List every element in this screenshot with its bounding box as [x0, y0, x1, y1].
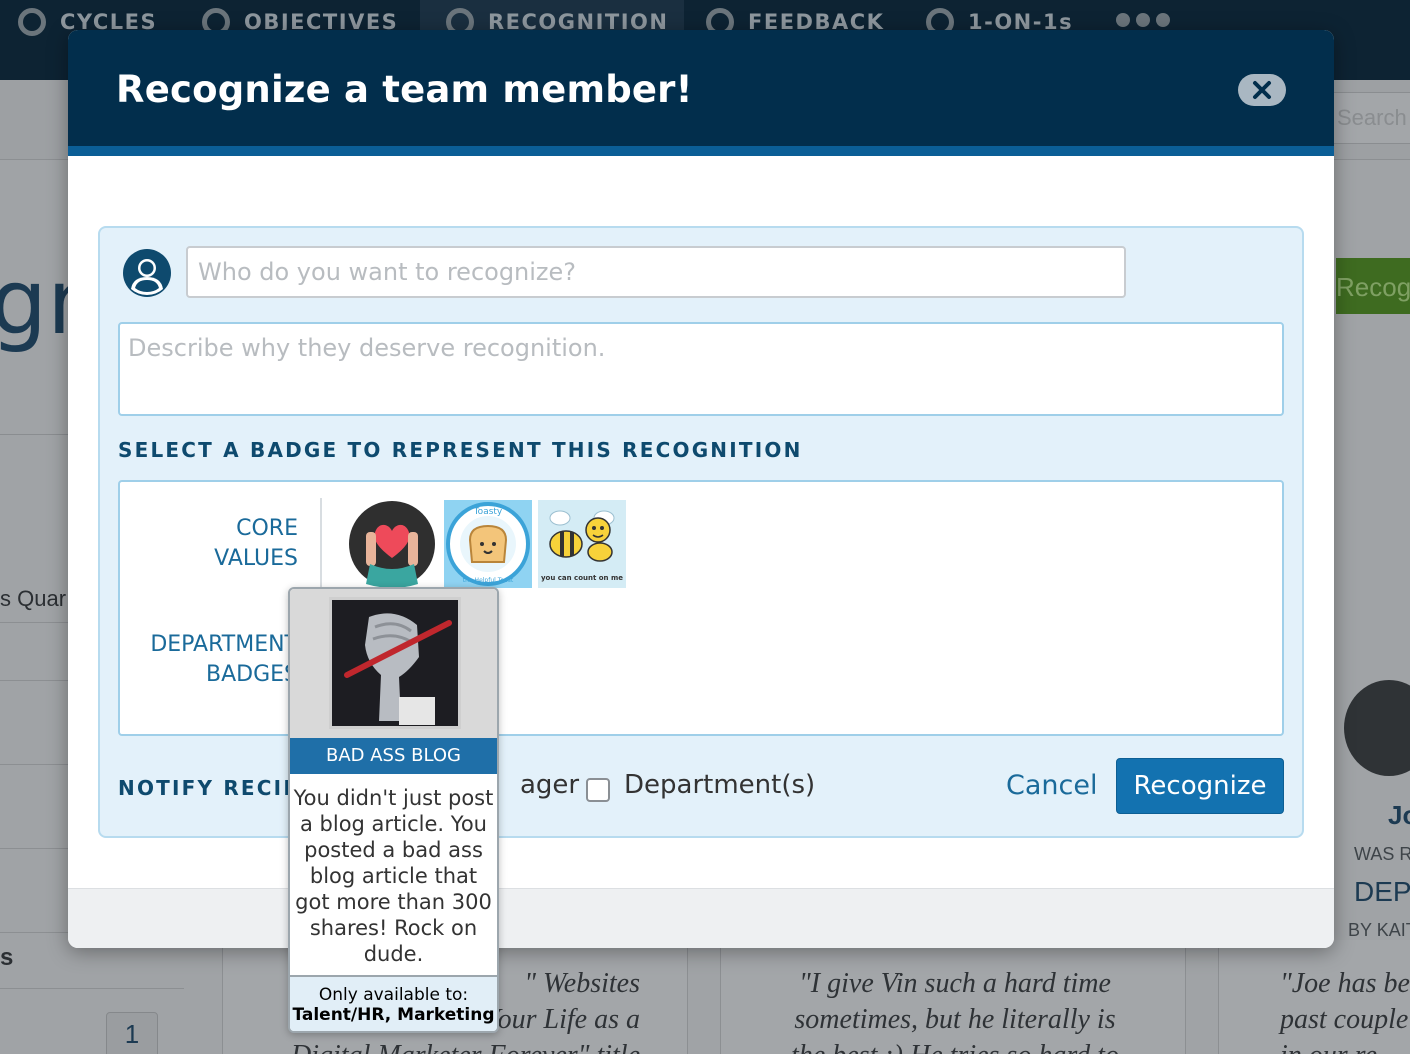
recognize-modal: Recognize a team member! SELECT A BADGE … [68, 30, 1334, 948]
recognize-button[interactable]: Recognize [1116, 758, 1284, 814]
background-section-heading: s [0, 944, 14, 971]
more-menu-icon[interactable] [1116, 13, 1170, 27]
badge-section-label: SELECT A BADGE TO REPRESENT THIS RECOGNI… [118, 438, 803, 462]
divider [0, 988, 184, 989]
tooltip-availability: Only available to: Talent/HR, Marketing [290, 975, 497, 1031]
header-stripe [68, 146, 1334, 156]
modal-footer [68, 888, 1334, 948]
modal-title: Recognize a team member! [116, 68, 693, 111]
notify-departments-label[interactable]: Department(s) [624, 770, 815, 800]
category-label-line: BADGES [206, 662, 298, 687]
availability-value: Talent/HR, Marketing [292, 1005, 495, 1025]
close-icon [1253, 81, 1271, 99]
toasty-ring-text: the Helpful Toast [463, 577, 514, 584]
availability-label: Only available to: [318, 985, 469, 1005]
badge-category-core-values: CORE VALUES [214, 514, 298, 574]
heart-hands-badge[interactable] [348, 500, 436, 588]
badge-tooltip: BAD ASS BLOG You didn't just post a blog… [288, 587, 499, 1033]
toasty-ring-text: Toasty [473, 507, 503, 517]
close-button[interactable] [1238, 74, 1286, 106]
toasty-badge[interactable]: Toasty the Helpful Toast [444, 500, 532, 588]
background-recognize-button: Recogr [1336, 258, 1410, 314]
cancel-button[interactable]: Cancel [1006, 770, 1097, 801]
background-was-text: WAS R [1354, 844, 1410, 864]
modal-header: Recognize a team member! [68, 30, 1334, 146]
tooltip-badge-description: You didn't just post a blog article. You… [293, 786, 494, 966]
notify-recipients-label: NOTIFY RECIPI [118, 776, 310, 800]
background-name: Jo [1388, 800, 1410, 830]
category-label-line: DEPARTMENT [150, 632, 298, 657]
tooltip-image-area [290, 589, 497, 739]
recipient-search-input[interactable] [186, 246, 1126, 298]
notify-departments-checkbox[interactable] [586, 778, 610, 802]
badge-category-department: DEPARTMENT BADGES [150, 630, 298, 690]
bees-badge-caption: you can count on me [541, 574, 623, 582]
tooltip-badge-name: BAD ASS BLOG [290, 738, 497, 774]
background-dept-text: DEPE [1354, 876, 1410, 907]
recognition-form: SELECT A BADGE TO REPRESENT THIS RECOGNI… [98, 226, 1304, 838]
background-filter-text: s Quar [0, 586, 67, 611]
recognition-description-field[interactable] [118, 322, 1284, 416]
bees-badge[interactable]: you can count on me [538, 500, 626, 588]
avatar [1344, 680, 1410, 776]
category-label-line: CORE [236, 516, 298, 541]
background-quote: "I give Vin such a hard time sometimes, … [791, 968, 1119, 1054]
background-by-text: BY KAIT [1348, 920, 1410, 940]
background-page-number: 1 [106, 1012, 158, 1054]
user-avatar-icon [123, 249, 171, 297]
background-quote: "Joe has bee past couple in our re [1280, 968, 1410, 1054]
notify-manager-label[interactable]: ager [520, 770, 579, 800]
category-label-line: VALUES [214, 546, 298, 571]
bad-ass-blog-badge[interactable] [329, 597, 461, 729]
cycles-icon [18, 8, 46, 36]
category-divider [320, 498, 322, 600]
